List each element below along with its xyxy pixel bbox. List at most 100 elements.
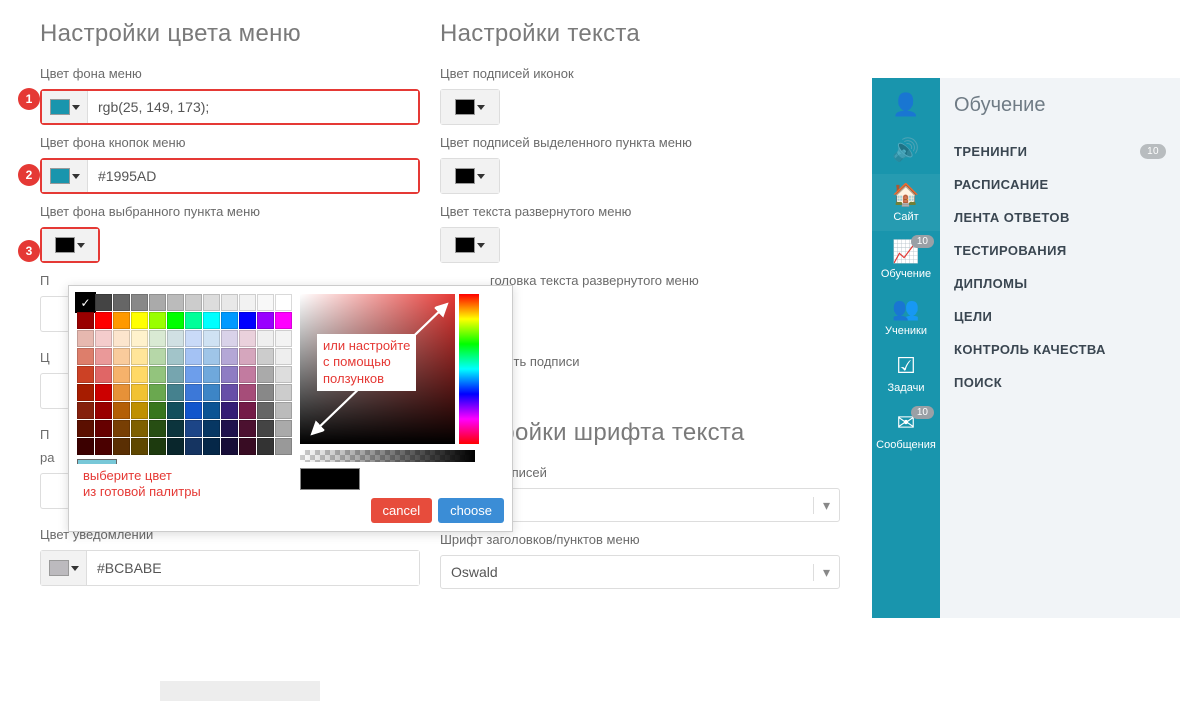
palette-cell[interactable]	[167, 348, 184, 365]
panel-link[interactable]: КОНТРОЛЬ КАЧЕСТВА	[954, 333, 1166, 366]
palette-cell[interactable]	[113, 330, 130, 347]
palette-cell[interactable]	[239, 330, 256, 347]
palette-cell[interactable]	[95, 312, 112, 329]
select-font-menu-value[interactable]	[441, 564, 813, 580]
panel-link[interactable]: РАСПИСАНИЕ	[954, 168, 1166, 201]
palette-cell[interactable]	[221, 402, 238, 419]
panel-link[interactable]: ЦЕЛИ	[954, 300, 1166, 333]
palette-cell[interactable]	[203, 312, 220, 329]
palette-cell[interactable]	[257, 402, 274, 419]
swatch-btn-notif[interactable]	[41, 551, 87, 585]
palette-cell[interactable]	[131, 420, 148, 437]
panel-link[interactable]: ТРЕНИНГИ10	[954, 135, 1166, 168]
choose-button[interactable]: choose	[438, 498, 504, 523]
cancel-button[interactable]: cancel	[371, 498, 433, 523]
panel-link[interactable]: ДИПЛОМЫ	[954, 267, 1166, 300]
nav-item-tasks[interactable]: ☑Задачи	[872, 345, 940, 402]
palette-cell[interactable]	[221, 330, 238, 347]
palette-cell[interactable]	[203, 330, 220, 347]
swatch-btn-sel-caption[interactable]	[441, 159, 499, 193]
palette-cell[interactable]	[131, 402, 148, 419]
palette-cell[interactable]	[149, 312, 166, 329]
palette-cell[interactable]	[131, 330, 148, 347]
palette-cell[interactable]	[275, 438, 292, 455]
sv-picker[interactable]	[300, 294, 455, 444]
palette-cell[interactable]	[131, 312, 148, 329]
palette-cell[interactable]	[167, 402, 184, 419]
palette-cell[interactable]	[185, 420, 202, 437]
palette-cell[interactable]	[149, 402, 166, 419]
palette-cell[interactable]	[77, 384, 94, 401]
palette-cell[interactable]	[77, 402, 94, 419]
palette-cell[interactable]	[203, 438, 220, 455]
panel-link[interactable]: ЛЕНТА ОТВЕТОВ	[954, 201, 1166, 234]
palette-cell[interactable]	[113, 420, 130, 437]
palette-cell[interactable]	[257, 384, 274, 401]
palette-cell[interactable]	[203, 384, 220, 401]
palette-cell[interactable]	[275, 294, 292, 311]
palette-cell[interactable]	[275, 384, 292, 401]
palette-cell[interactable]	[149, 366, 166, 383]
palette-cell[interactable]	[95, 330, 112, 347]
palette-cell[interactable]	[221, 420, 238, 437]
palette-cell[interactable]	[167, 312, 184, 329]
palette-cell[interactable]	[149, 330, 166, 347]
palette-cell[interactable]	[239, 312, 256, 329]
palette-cell[interactable]	[257, 294, 274, 311]
palette-cell[interactable]	[275, 330, 292, 347]
palette-cell[interactable]	[257, 330, 274, 347]
palette-cell[interactable]	[167, 438, 184, 455]
palette-cell[interactable]	[239, 366, 256, 383]
chevron-down-icon[interactable]: ▾	[813, 497, 839, 514]
palette-cell[interactable]	[77, 312, 94, 329]
palette-cell[interactable]	[131, 438, 148, 455]
palette-cell[interactable]	[221, 384, 238, 401]
palette-cell[interactable]: ✓	[77, 294, 94, 311]
swatch-btn-icon-caption[interactable]	[441, 90, 499, 124]
palette-cell[interactable]	[185, 438, 202, 455]
palette-cell[interactable]	[239, 438, 256, 455]
palette-cell[interactable]	[167, 420, 184, 437]
nav-item-messages[interactable]: ✉Сообщения10	[872, 402, 940, 459]
palette-cell[interactable]	[203, 420, 220, 437]
swatch-btn-menu-sel-bg[interactable]	[42, 229, 98, 261]
select-font-menu[interactable]: ▾	[440, 555, 840, 589]
nav-item-learning[interactable]: 📈Обучение10	[872, 231, 940, 288]
palette-cell[interactable]	[95, 384, 112, 401]
palette-cell[interactable]	[185, 348, 202, 365]
palette-cell[interactable]	[149, 384, 166, 401]
nav-item-students[interactable]: 👥Ученики	[872, 288, 940, 345]
palette-cell[interactable]	[131, 384, 148, 401]
swatch-btn-exp-text[interactable]	[441, 228, 499, 262]
palette-cell[interactable]	[95, 402, 112, 419]
palette-cell[interactable]	[185, 384, 202, 401]
palette-cell[interactable]	[113, 312, 130, 329]
color-palette[interactable]: ✓	[77, 294, 292, 455]
palette-cell[interactable]	[131, 294, 148, 311]
palette-cell[interactable]	[203, 402, 220, 419]
palette-cell[interactable]	[203, 348, 220, 365]
swatch-btn-menu-btn-bg[interactable]	[42, 160, 88, 192]
palette-cell[interactable]	[95, 366, 112, 383]
palette-cell[interactable]	[257, 366, 274, 383]
palette-cell[interactable]	[221, 366, 238, 383]
palette-cell[interactable]	[185, 330, 202, 347]
palette-cell[interactable]	[113, 348, 130, 365]
palette-cell[interactable]	[275, 420, 292, 437]
palette-cell[interactable]	[239, 294, 256, 311]
chevron-down-icon[interactable]: ▾	[813, 564, 839, 581]
palette-cell[interactable]	[221, 438, 238, 455]
palette-cell[interactable]	[203, 366, 220, 383]
palette-cell[interactable]	[257, 312, 274, 329]
palette-cell[interactable]	[185, 294, 202, 311]
palette-cell[interactable]	[149, 438, 166, 455]
palette-cell[interactable]	[239, 402, 256, 419]
nav-item-site[interactable]: 🏠Сайт	[872, 174, 940, 231]
palette-cell[interactable]	[275, 312, 292, 329]
palette-cell[interactable]	[95, 420, 112, 437]
nav-item-profile[interactable]: 👤	[872, 84, 940, 129]
palette-cell[interactable]	[257, 438, 274, 455]
palette-cell[interactable]	[167, 330, 184, 347]
palette-cell[interactable]	[149, 294, 166, 311]
palette-cell[interactable]	[149, 420, 166, 437]
